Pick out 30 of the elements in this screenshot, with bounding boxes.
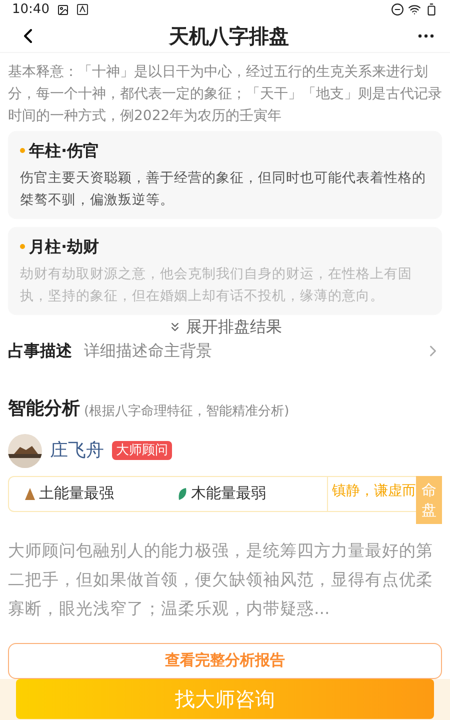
energy-label: 土能量最强	[39, 483, 114, 504]
section-subtitle: (根据八字命理特征，智能精准分析)	[84, 403, 290, 421]
avatar	[8, 434, 42, 468]
do-not-disturb-icon	[391, 3, 404, 16]
status-time: 10:40	[12, 1, 50, 19]
consult-button[interactable]: 找大师咨询	[16, 678, 434, 718]
bullet-icon	[20, 148, 25, 153]
report-button[interactable]: 查看完整分析报告	[8, 642, 442, 678]
expand-button[interactable]: 展开排盘结果	[168, 314, 282, 338]
intro-text: 基本释意：「十神」是以日干为中心，经过五行的生克关系来进行划分，每一个十神，都代表一定的象征；「天干」「地支」则是古代记录时间的一种方式，例2022年为农历的壬寅年	[7, 62, 443, 126]
chart-tab[interactable]: 命盘	[416, 476, 442, 524]
pillar-title: 月柱·劫财	[29, 236, 100, 258]
leaf-icon	[178, 488, 187, 500]
letter-icon	[77, 4, 88, 16]
pillar-text: 伤官主要天资聪颖，善于经营的象征，但同时也可能代表着性格的桀骜不驯，偏激叛逆等。	[20, 168, 427, 210]
row-label: 占事描述	[8, 340, 72, 362]
advisor-badge: 大师顾问	[112, 440, 172, 460]
summary-text: 大师顾问包融别人的能力极强，是统筹四方力量最好的第二把手，但如果做首领，便欠缺领袖风范，显得有点优柔寡断，眼光浅窄了；温柔乐观，内带疑惑...	[7, 540, 434, 620]
bullet-icon	[20, 244, 25, 249]
battery-icon	[425, 3, 438, 16]
pillar-text: 劫财有劫取财源之意，他会克制我们自身的财运，在性格上有固执，坚持的象征，但在婚姻上却有话不投机，缘薄的意向。	[20, 264, 413, 306]
advisor-name: 庄飞舟	[50, 439, 104, 463]
description-field[interactable]: 详细描述命主背景	[84, 338, 412, 362]
image-icon	[57, 4, 70, 16]
page-title: 天机八字排盘	[169, 22, 289, 50]
more-icon	[418, 34, 434, 38]
energy-label: 木能量最弱	[191, 483, 266, 504]
section-title: 智能分析	[8, 396, 80, 420]
triangle-icon	[25, 488, 35, 500]
pillar-title: 年柱·伤官	[29, 140, 100, 162]
